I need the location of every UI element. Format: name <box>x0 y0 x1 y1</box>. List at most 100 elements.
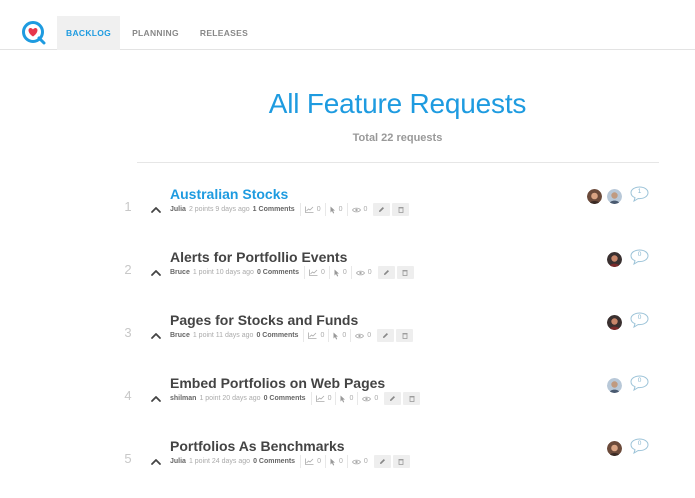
pencil-edit-icon <box>379 207 385 212</box>
trend-chart-icon <box>308 332 317 339</box>
clicks-stat: 0 <box>328 329 350 342</box>
comment-bubble-icon[interactable]: 0 <box>630 375 649 392</box>
tab-backlog[interactable]: BACKLOG <box>57 16 121 50</box>
comment-bubble-icon[interactable]: 0 <box>630 438 649 455</box>
tab-releases[interactable]: RELEASES <box>191 16 257 50</box>
comment-count: 0 <box>637 314 642 321</box>
request-title[interactable]: Australian Stocks <box>170 186 288 202</box>
request-rank: 2 <box>124 262 132 277</box>
request-points-age: 2 points 9 days ago <box>188 206 250 213</box>
edit-button[interactable] <box>377 329 395 342</box>
delete-button[interactable] <box>403 392 421 405</box>
request-title[interactable]: Portfolios As Benchmarks <box>170 438 345 454</box>
request-author[interactable]: Bruce <box>170 269 190 276</box>
trash-icon <box>402 270 408 276</box>
cursor-click-icon <box>330 458 335 465</box>
edit-button[interactable] <box>377 266 395 279</box>
request-author[interactable]: Julia <box>170 458 186 465</box>
delete-button[interactable] <box>396 266 414 279</box>
edit-button[interactable] <box>384 392 402 405</box>
trend-stat: 0 <box>303 329 328 342</box>
request-rank: 5 <box>124 451 132 466</box>
trend-chart-icon <box>305 458 314 465</box>
pencil-edit-icon <box>383 270 389 275</box>
request-title[interactable]: Pages for Stocks and Funds <box>170 312 358 328</box>
male-avatar[interactable] <box>607 378 622 393</box>
request-comments-link[interactable]: 0 Comments <box>257 269 299 276</box>
upvote-chevron-icon[interactable] <box>150 391 162 402</box>
request-meta: Bruce 1 point 11 days ago 0 Comments 0 0 0 <box>170 329 414 342</box>
comment-bubble-icon[interactable]: 1 <box>630 186 649 203</box>
trend-count: 0 <box>320 269 325 276</box>
clicks-stat: 0 <box>324 455 347 468</box>
upvote-chevron-icon[interactable] <box>150 328 162 339</box>
comment-bubble-icon[interactable]: 0 <box>630 249 649 266</box>
request-title[interactable]: Alerts for Portfollio Events <box>170 249 347 265</box>
request-author[interactable]: shilman <box>170 395 196 402</box>
eye-views-icon <box>362 396 372 401</box>
trend-count: 0 <box>316 206 321 213</box>
request-points-age: 1 point 20 days ago <box>199 395 261 402</box>
comment-count: 1 <box>637 188 642 195</box>
clicks-count: 0 <box>338 458 343 465</box>
request-title[interactable]: Embed Portfolios on Web Pages <box>170 375 385 391</box>
upvote-chevron-icon[interactable] <box>150 265 162 276</box>
female-avatar[interactable] <box>607 441 622 456</box>
views-count: 0 <box>363 458 368 465</box>
request-meta: Bruce 1 point 10 days ago 0 Comments 0 0 0 <box>170 266 414 279</box>
trend-chart-icon <box>304 206 314 213</box>
trend-stat: 0 <box>310 392 336 405</box>
tab-planning[interactable]: PLANNING <box>123 16 188 50</box>
comment-count: 0 <box>637 440 642 447</box>
pencil-edit-icon <box>390 396 396 401</box>
trend-count: 0 <box>320 332 325 339</box>
request-comments-link[interactable]: 1 Comments <box>253 206 295 213</box>
views-stat: 0 <box>357 392 382 405</box>
request-rank: 4 <box>124 388 132 403</box>
views-stat: 0 <box>350 266 376 279</box>
request-rank: 3 <box>124 325 132 340</box>
bruce-avatar[interactable] <box>607 252 622 267</box>
trash-icon <box>409 396 415 402</box>
pencil-edit-icon <box>383 333 389 338</box>
upvote-chevron-icon[interactable] <box>150 454 162 465</box>
request-points-age: 1 point 10 days ago <box>192 269 254 276</box>
request-meta: shilman 1 point 20 days ago 0 Comments 0 0 0 <box>170 392 421 405</box>
bruce-avatar[interactable] <box>607 315 622 330</box>
delete-button[interactable] <box>392 203 410 216</box>
request-comments-link[interactable]: 0 Comments <box>264 395 306 402</box>
edit-button[interactable] <box>373 203 391 216</box>
pencil-edit-icon <box>379 459 385 464</box>
request-author[interactable]: Julia <box>170 206 186 213</box>
trash-icon <box>398 459 404 465</box>
trend-stat: 0 <box>299 203 325 216</box>
request-comments-link[interactable]: 0 Comments <box>256 332 298 339</box>
header-divider <box>137 162 659 163</box>
trash-icon <box>398 207 404 213</box>
clicks-count: 0 <box>349 395 354 402</box>
delete-button[interactable] <box>396 329 414 342</box>
edit-button[interactable] <box>373 455 391 468</box>
eye-views-icon <box>355 270 365 275</box>
request-comments-link[interactable]: 0 Comments <box>253 458 295 465</box>
eye-views-icon <box>351 207 361 212</box>
cursor-click-icon <box>334 269 339 276</box>
voter-avatars <box>582 189 622 204</box>
clicks-count: 0 <box>342 269 347 276</box>
trend-count: 0 <box>327 395 332 402</box>
upvote-chevron-icon[interactable] <box>150 202 162 213</box>
feature-request-row: 1 Australian Stocks Julia 2 points 9 days a… <box>0 186 695 246</box>
comment-bubble-icon[interactable]: 0 <box>630 312 649 329</box>
voter-avatars <box>602 252 622 267</box>
voter-avatars <box>602 441 622 456</box>
delete-button[interactable] <box>392 455 410 468</box>
female-avatar[interactable] <box>587 189 602 204</box>
feature-request-row: 4 Embed Portfolios on Web Pages shilman 1 p… <box>0 375 695 435</box>
views-count: 0 <box>374 395 379 402</box>
page-title: All Feature Requests <box>268 88 527 119</box>
app-logo-icon[interactable] <box>21 20 46 45</box>
male-avatar[interactable] <box>607 189 622 204</box>
trend-chart-icon <box>309 269 318 276</box>
trash-icon <box>402 333 408 339</box>
request-author[interactable]: Bruce <box>170 332 190 339</box>
